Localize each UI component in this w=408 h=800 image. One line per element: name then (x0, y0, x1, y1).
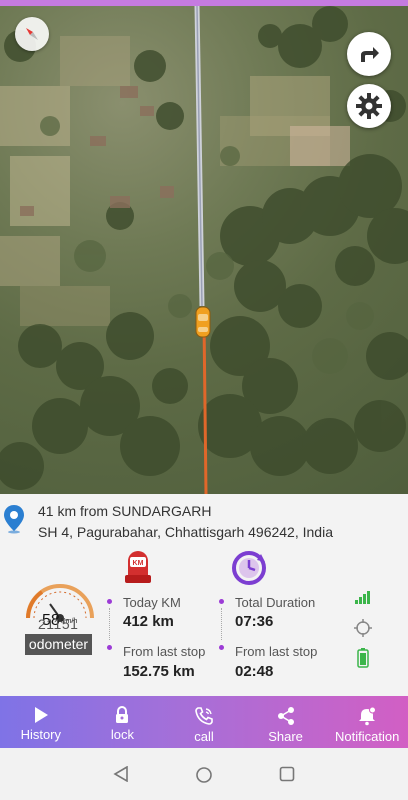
compass-needle-icon (26, 28, 38, 40)
system-navigation-bar (0, 748, 408, 800)
today-km-value: 412 km (123, 613, 174, 630)
bullet-dot (219, 599, 224, 604)
odometer-value: 21151 (38, 616, 79, 632)
connector-line (109, 608, 110, 640)
nav-share[interactable]: Share (245, 696, 327, 748)
last-stop-distance-value: 152.75 km (123, 663, 195, 680)
recents-icon[interactable] (279, 766, 295, 782)
settings-button[interactable] (347, 84, 391, 128)
map-terrain (0, 6, 408, 494)
play-icon (34, 707, 48, 723)
phone-icon (195, 707, 213, 725)
odometer-label: odometer (25, 634, 92, 655)
nav-lock-label: lock (110, 727, 134, 742)
nav-call-label: call (194, 729, 214, 744)
back-icon[interactable] (112, 766, 130, 782)
battery-icon (357, 648, 369, 668)
bullet-dot (107, 645, 112, 650)
bullet-dot (107, 599, 112, 604)
last-stop-time-value: 02:48 (235, 663, 274, 680)
lock-icon (116, 706, 129, 723)
forward-arrow-icon (361, 47, 379, 62)
home-icon[interactable] (195, 766, 213, 784)
distance-from-city: 41 km from SUNDARGARH (38, 503, 212, 519)
gps-target-icon (354, 619, 372, 637)
location-pin-icon (4, 505, 24, 534)
bell-icon (359, 706, 377, 726)
nav-lock[interactable]: lock (82, 696, 164, 748)
current-address: SH 4, Pagurabahar, Chhattisgarh 496242, … (38, 524, 333, 540)
last-stop-time-label: From last stop (235, 644, 318, 659)
connector-line (221, 608, 222, 640)
trip-info-panel: 41 km from SUNDARGARH SH 4, Pagurabahar,… (0, 494, 408, 696)
last-stop-distance-label: From last stop (123, 644, 206, 659)
gear-icon (356, 93, 382, 119)
signal-strength-icon (355, 591, 370, 604)
nav-share-label: Share (268, 729, 303, 744)
km-marker-icon: KM (125, 551, 151, 583)
nav-history-label: History (20, 727, 62, 742)
bottom-navigation: History lock call Share Notification (0, 696, 408, 748)
km-badge-text: KM (133, 560, 144, 567)
top-accent-strip (0, 0, 408, 6)
nav-notification-label: Notification (335, 729, 400, 744)
today-km-label: Today KM (123, 595, 181, 610)
nav-notification[interactable]: Notification (326, 696, 408, 748)
route-share-button[interactable] (347, 32, 391, 76)
nav-call[interactable]: call (163, 696, 245, 748)
compass-button[interactable] (15, 17, 49, 51)
total-duration-value: 07:36 (235, 613, 274, 630)
duration-clock-icon (232, 551, 266, 585)
total-duration-label: Total Duration (235, 595, 316, 610)
satellite-map[interactable] (0, 6, 408, 494)
bullet-dot (219, 645, 224, 650)
nav-history[interactable]: History (0, 696, 82, 748)
share-icon (277, 707, 294, 725)
